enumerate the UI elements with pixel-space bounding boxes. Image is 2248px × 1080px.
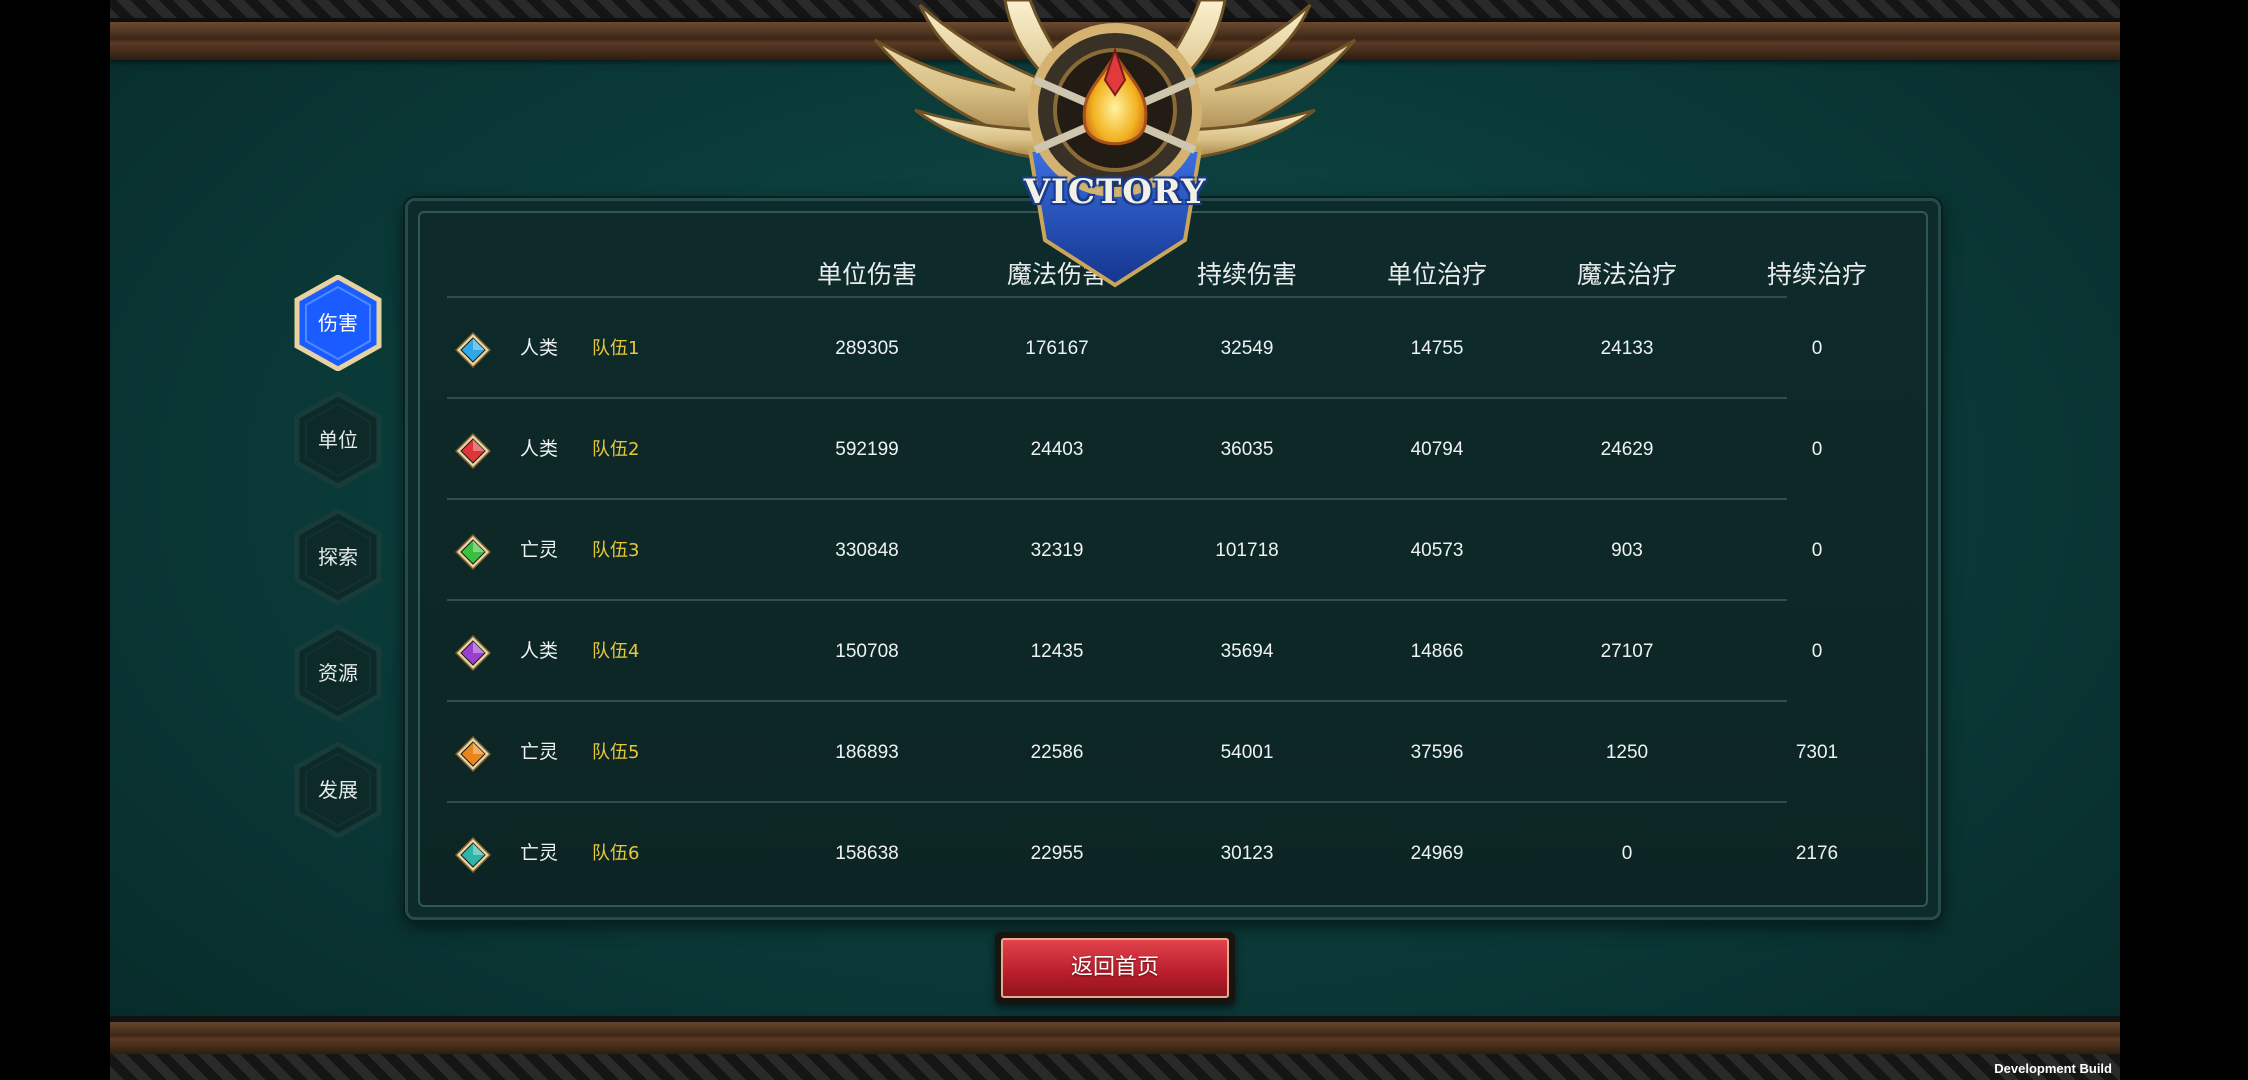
col-hot-heal: 持续治疗 [1766,260,1867,289]
purple-diamond-icon [454,634,492,672]
victory-emblem: VICTORY [815,0,1415,290]
table-cell: 40573 [1410,540,1464,561]
table-cell: 37596 [1410,742,1464,763]
bottom-pattern-band [110,1054,2120,1080]
tab-label: 资源 [318,661,358,685]
table-cell: 12435 [1030,641,1084,662]
table-cell: 24403 [1030,439,1084,460]
table-row: 人类 队伍4 150708 12435 35694 14866 27107 0 [447,599,1822,702]
race-label: 亡灵 [520,741,559,763]
team-label: 队伍6 [592,843,640,864]
table-cell: 289305 [835,338,899,359]
table-cell: 27107 [1600,641,1654,662]
table-cell: 35694 [1220,641,1274,662]
table-row: 亡灵 队伍6 158638 22955 30123 24969 0 2176 [447,801,1838,904]
table-cell: 330848 [835,540,899,561]
tab-label: 探索 [318,545,358,569]
team-label: 队伍3 [592,540,640,561]
table-cell: 7301 [1795,742,1839,763]
table-cell: 32549 [1220,338,1274,359]
bottom-dark-strip [110,1016,2120,1022]
team-label: 队伍1 [592,338,640,359]
green-diamond-icon [454,533,492,571]
table-cell: 0 [1811,641,1823,662]
table-cell: 0 [1811,439,1823,460]
table-cell: 24133 [1600,338,1654,359]
teal-diamond-icon [454,836,492,874]
return-button-label: 返回首页 [1070,955,1159,980]
table-cell: 14866 [1410,641,1464,662]
race-label: 亡灵 [520,539,559,561]
winged-crest-icon [873,0,1357,288]
tab-label: 发展 [318,778,358,802]
table-cell: 32319 [1030,540,1084,561]
table-cell: 36035 [1220,439,1274,460]
table-cell: 2176 [1795,843,1839,864]
team-label: 队伍2 [592,439,640,460]
blue-diamond-icon [454,331,492,369]
tab-label: 伤害 [318,311,358,335]
table-cell: 22586 [1030,742,1084,763]
return-home-button[interactable]: 返回首页 [995,932,1235,1004]
table-cell: 14755 [1410,338,1464,359]
team-label: 队伍4 [592,641,640,662]
team-label: 队伍5 [592,742,640,763]
tab-damage[interactable]: 伤害 [293,275,383,371]
table-cell: 24969 [1410,843,1464,864]
table-cell: 158638 [835,843,899,864]
race-label: 人类 [520,438,559,460]
victory-title: VICTORY [1023,172,1207,212]
development-build-label: Development Build [1994,1061,2112,1076]
stats-panel-inner: 单位伤害 魔法伤害 持续伤害 单位治疗 魔法治疗 持续治疗 人类 队伍1 289305 1761… [418,211,1928,907]
table-cell: 592199 [835,439,899,460]
tab-explore[interactable]: 探索 [293,509,383,605]
table-cell: 0 [1811,540,1823,561]
table-cell: 150708 [835,641,899,662]
game-stage: 伤害 单位 探索 资源 发展 单位伤害 魔法伤害 持续伤害 单位治疗 魔法治疗 持续治疗 人类 队伍… [110,0,2120,1080]
table-row: 亡灵 队伍5 186893 22586 54001 37596 1250 7301 [447,700,1838,803]
orange-diamond-icon [454,735,492,773]
tab-development[interactable]: 发展 [293,742,383,838]
table-row: 亡灵 队伍3 330848 32319 101718 40573 903 0 [447,498,1822,601]
race-label: 人类 [520,337,559,359]
table-cell: 30123 [1220,843,1274,864]
tab-label: 单位 [318,428,358,452]
table-row: 人类 队伍1 289305 176167 32549 14755 24133 0 [447,296,1822,399]
race-label: 人类 [520,640,559,662]
stats-panel: 单位伤害 魔法伤害 持续伤害 单位治疗 魔法治疗 持续治疗 人类 队伍1 289305 1761… [405,198,1941,920]
table-cell: 176167 [1025,338,1089,359]
table-cell: 0 [1811,338,1823,359]
table-cell: 40794 [1410,439,1464,460]
table-cell: 1250 [1605,742,1649,763]
table-cell: 22955 [1030,843,1084,864]
table-cell: 903 [1611,540,1643,561]
race-label: 亡灵 [520,842,559,864]
col-magic-heal: 魔法治疗 [1576,260,1677,289]
table-cell: 186893 [835,742,899,763]
bottom-wood-band [110,1020,2120,1054]
table-cell: 101718 [1215,540,1279,561]
tab-units[interactable]: 单位 [293,392,383,488]
table-cell: 54001 [1220,742,1274,763]
tab-resources[interactable]: 资源 [293,625,383,721]
table-row: 人类 队伍2 592199 24403 36035 40794 24629 0 [447,397,1822,500]
table-cell: 0 [1621,843,1633,864]
red-diamond-icon [454,432,492,470]
table-cell: 24629 [1600,439,1654,460]
